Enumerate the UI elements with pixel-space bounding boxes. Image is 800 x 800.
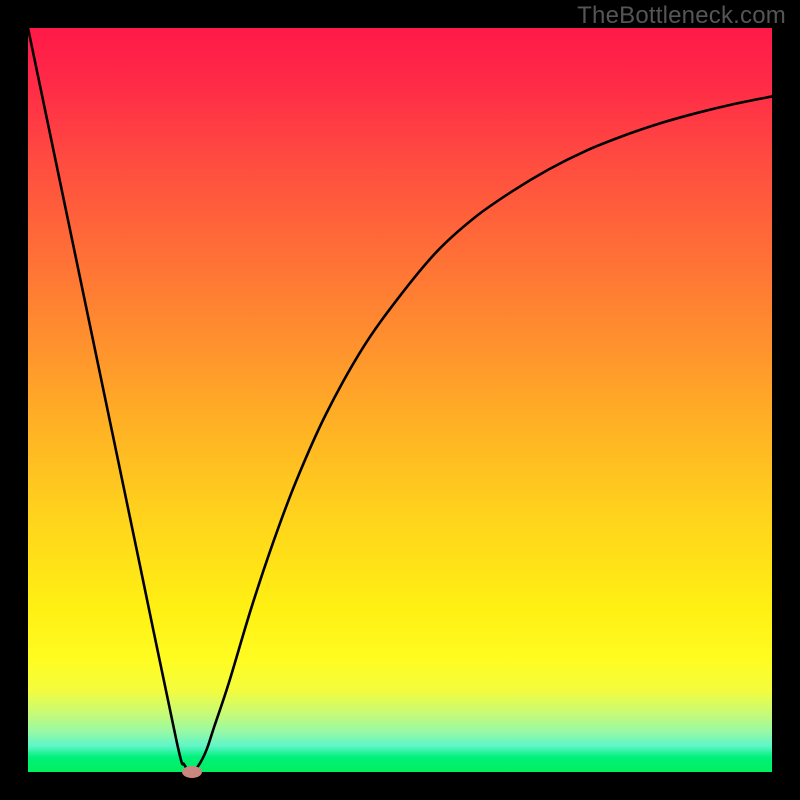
plot-area <box>28 28 772 772</box>
watermark-text: TheBottleneck.com <box>577 2 786 30</box>
bottleneck-curve <box>28 28 772 772</box>
chart-container: TheBottleneck.com <box>0 0 800 800</box>
optimal-point-marker <box>182 766 202 778</box>
curve-svg <box>28 28 772 772</box>
